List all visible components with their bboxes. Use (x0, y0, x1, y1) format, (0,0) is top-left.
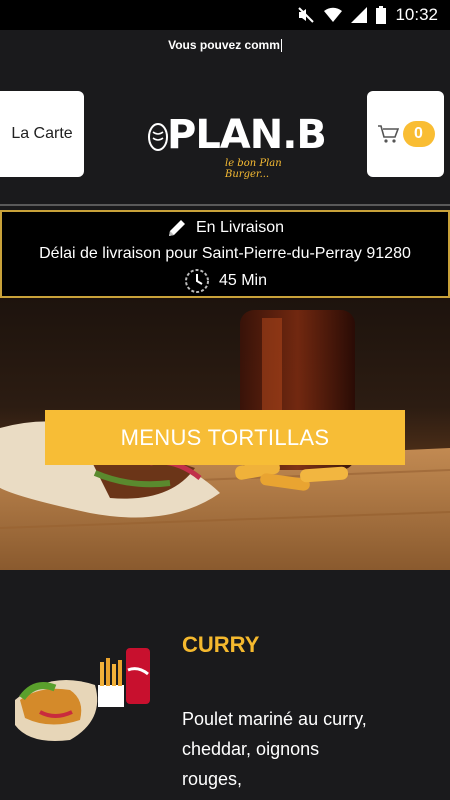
delivery-delay-text: Délai de livraison pour Saint-Pierre-du-… (39, 245, 411, 262)
menu-item-card[interactable]: CURRY Poulet mariné au curry, cheddar, o… (0, 570, 450, 800)
text-cursor (280, 38, 282, 52)
delivery-mode: En Livraison (195, 219, 285, 236)
signal-icon (351, 7, 368, 23)
menus-tortillas-button[interactable]: MENUS TORTILLAS (45, 410, 405, 465)
clock-icon (184, 269, 209, 293)
wifi-icon (324, 7, 343, 23)
logo-emblem-icon (148, 123, 168, 151)
mute-icon (298, 7, 315, 23)
cart-count-badge: 0 (402, 121, 435, 147)
la-carte-label: La Carte (11, 125, 73, 142)
cart-icon (377, 125, 399, 143)
marquee-banner: Vous pouvez comm (0, 30, 450, 60)
category-label: MENUS TORTILLAS (120, 424, 330, 450)
logo-wordmark: PLAN.B (167, 112, 327, 158)
app-header: La Carte PLAN.B le bon Plan Burger... 0 (0, 60, 450, 206)
delivery-info-panel[interactable]: En Livraison Délai de livraison pour Sai… (0, 210, 450, 298)
menu-item-title: CURRY (182, 632, 260, 657)
wrap-menu-image (15, 648, 150, 741)
category-hero[interactable]: MENUS TORTILLAS (0, 298, 450, 570)
delivery-duration: 45 Min (218, 272, 268, 289)
status-bar: 10:32 (0, 0, 450, 30)
clock-time: 10:32 (395, 5, 438, 24)
battery-icon (376, 6, 387, 24)
marquee-text: Vous pouvez comm (168, 38, 280, 52)
pencil-icon[interactable] (166, 217, 188, 239)
menu-item-description: Poulet mariné au curry, cheddar, oignons… (182, 709, 367, 789)
plan-b-logo: PLAN.B le bon Plan Burger... (145, 110, 327, 180)
logo-tagline: le bon Plan Burger... (225, 158, 282, 180)
cart-button[interactable]: 0 (367, 91, 444, 177)
la-carte-button[interactable]: La Carte (0, 91, 84, 177)
header-divider (0, 204, 450, 206)
